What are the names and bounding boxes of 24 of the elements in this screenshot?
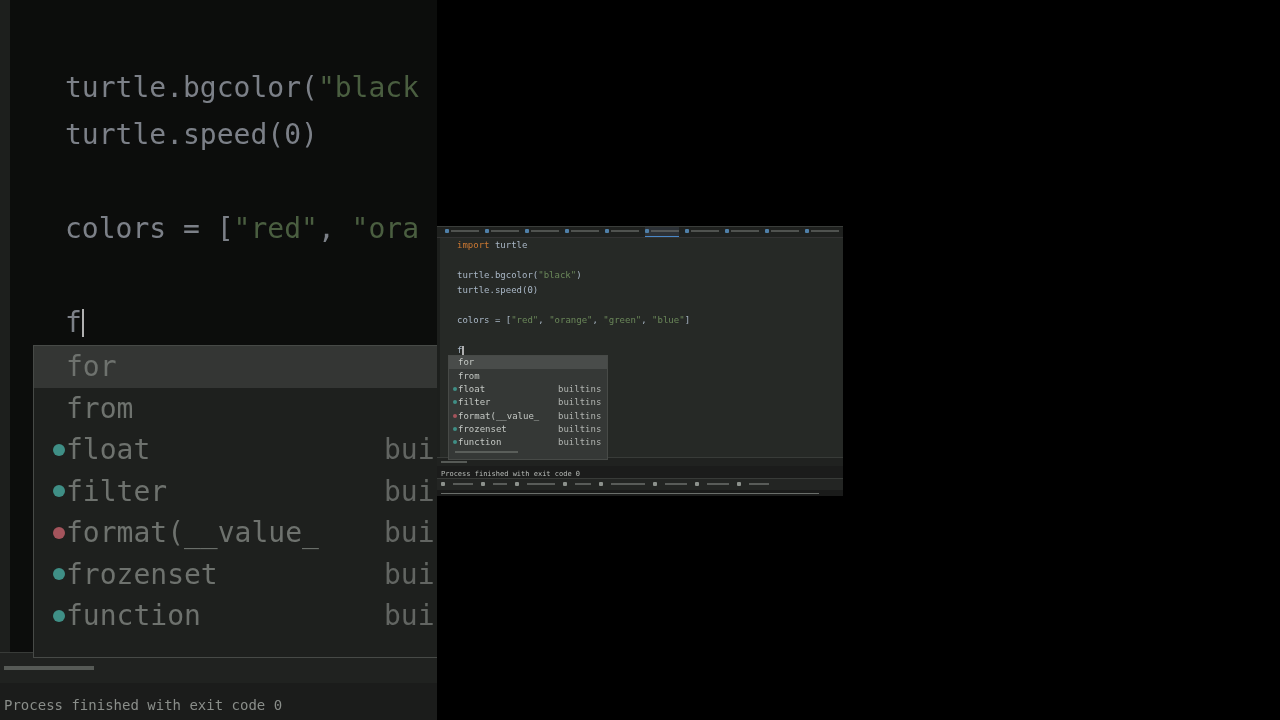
console-output: Process finished with exit code 0 [4,697,283,713]
completion-item[interactable]: for [449,355,607,369]
completion-item[interactable]: function bui [34,595,437,637]
file-tab[interactable] [645,227,679,237]
completion-item[interactable]: filter builtins [449,395,607,409]
completion-item[interactable]: format(__value_ bui [34,512,437,554]
code-line: turtle.speed(0) [65,117,318,153]
completion-item[interactable]: format(__value_ builtins [449,408,607,423]
code-line: colors = ["red", "orange", "green", "blue"] [457,313,691,327]
completion-item[interactable]: float builtins [449,382,607,396]
completion-item[interactable]: from [34,387,437,429]
completion-item[interactable]: frozenset bui [34,553,437,595]
code-line: colors = ["red", "ora [65,211,420,247]
code-line: turtle.bgcolor("black") [457,268,582,282]
code-line: turtle.speed(0) [457,283,539,297]
completion-item[interactable]: frozenset builtins [449,422,607,436]
code-line: import turtle [457,238,528,252]
code-line: f [65,305,82,341]
code-line: f [457,343,463,357]
completion-item[interactable]: function builtins [449,435,607,449]
completion-item[interactable]: filter bui [34,470,437,512]
completion-item[interactable]: from [449,369,607,383]
completion-item[interactable]: float bui [34,429,437,471]
code-line: turtle.bgcolor("black [65,70,420,106]
